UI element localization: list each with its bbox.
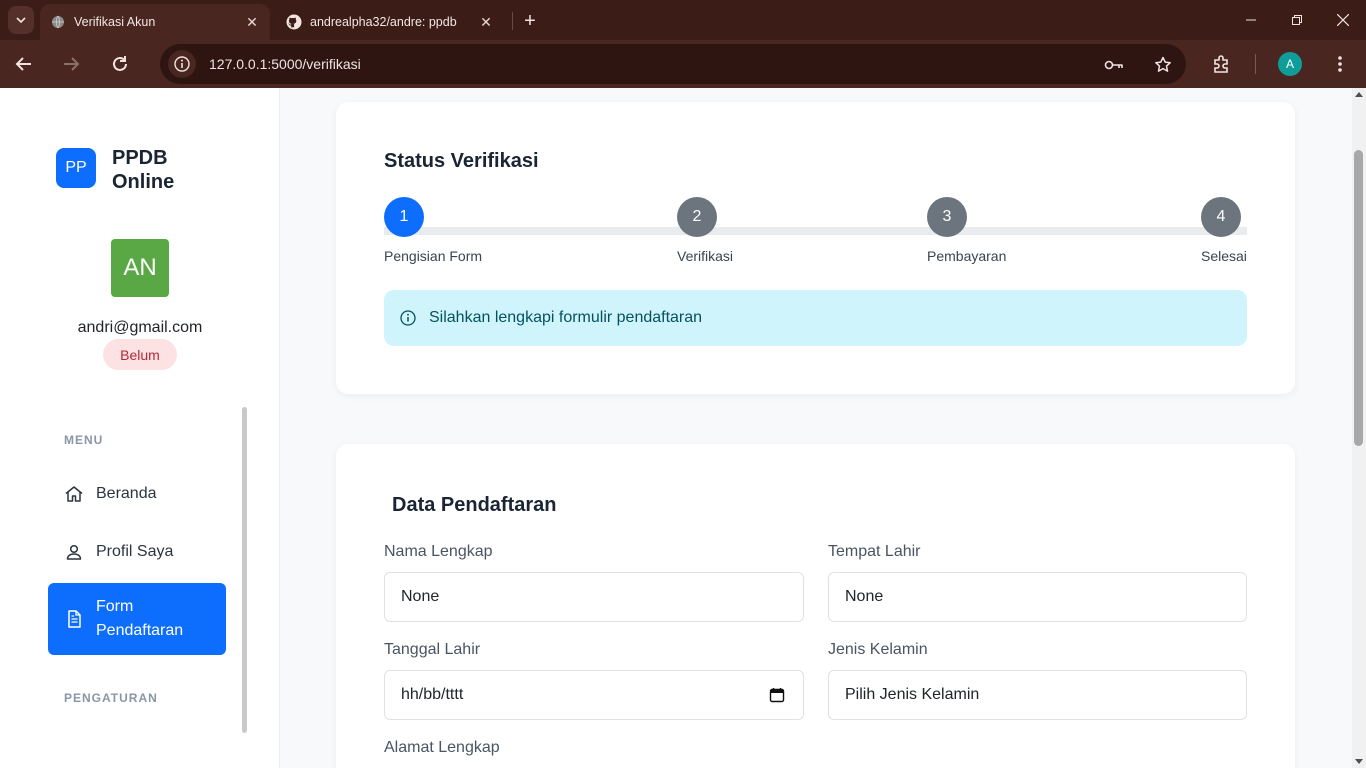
calendar-icon[interactable] bbox=[769, 687, 785, 703]
bookmark-star-icon[interactable] bbox=[1152, 54, 1174, 76]
toolbar-separator bbox=[1255, 54, 1256, 74]
step-1-circle: 1 bbox=[384, 197, 424, 237]
tanggal-lahir-label: Tanggal Lahir bbox=[384, 641, 481, 658]
tempat-lahir-label: Tempat Lahir bbox=[828, 543, 921, 560]
info-circle-icon bbox=[400, 310, 416, 326]
browser-toolbar: 127.0.0.1:5000/verifikasi A bbox=[0, 40, 1366, 88]
card-title: Data Pendaftaran bbox=[392, 494, 557, 516]
tab-verifikasi-akun[interactable]: Verifikasi Akun ✕ bbox=[40, 4, 270, 40]
close-icon[interactable]: ✕ bbox=[476, 12, 496, 32]
sidebar-item-beranda[interactable]: Beranda bbox=[48, 469, 226, 519]
address-bar[interactable]: 127.0.0.1:5000/verifikasi bbox=[160, 44, 1186, 84]
step-1-label: Pengisian Form bbox=[384, 248, 483, 264]
page-scrollbar[interactable] bbox=[1352, 88, 1366, 768]
tanggal-lahir-input[interactable]: hh/bb/tttt bbox=[384, 670, 804, 720]
data-pendaftaran-card: Data Pendaftaran Nama Lengkap None Tempa… bbox=[336, 444, 1295, 768]
info-icon bbox=[174, 56, 190, 72]
sidebar-scrollbar[interactable] bbox=[242, 407, 247, 733]
puzzle-icon bbox=[1214, 55, 1228, 73]
tab-title: Verifikasi Akun bbox=[74, 15, 156, 29]
sidebar-item-label: Form Pendaftaran bbox=[96, 598, 184, 639]
jenis-kelamin-label: Jenis Kelamin bbox=[828, 641, 928, 658]
settings-heading: PENGATURAN bbox=[64, 691, 158, 705]
url-text[interactable]: 127.0.0.1:5000/verifikasi bbox=[209, 56, 361, 72]
back-button[interactable] bbox=[9, 50, 39, 78]
tempat-lahir-input[interactable]: None bbox=[828, 572, 1247, 622]
sidebar: PP PPDB Online AN andri@gmail.com Belum … bbox=[0, 88, 280, 768]
jenis-kelamin-select[interactable]: Pilih Jenis Kelamin bbox=[828, 670, 1247, 720]
alamat-lengkap-label: Alamat Lengkap bbox=[384, 739, 500, 756]
tab-github-repo[interactable]: andrealpha32/andre: ppdb ✕ bbox=[276, 4, 504, 40]
profile-avatar[interactable]: A bbox=[1278, 52, 1302, 76]
tab-search-button[interactable] bbox=[8, 6, 34, 34]
logo-text: PPDB Online bbox=[112, 147, 175, 193]
nama-lengkap-input[interactable]: None bbox=[384, 572, 804, 622]
forward-button[interactable] bbox=[56, 50, 86, 78]
step-4-circle: 4 bbox=[1201, 197, 1241, 237]
reload-button[interactable] bbox=[105, 50, 135, 78]
minimize-icon bbox=[1246, 19, 1256, 21]
user-avatar: AN bbox=[111, 239, 169, 297]
new-tab-button[interactable]: + bbox=[518, 9, 542, 33]
close-icon bbox=[1337, 14, 1349, 26]
step-2-label: Verifikasi bbox=[677, 248, 734, 264]
arrow-left-icon bbox=[15, 57, 31, 71]
sidebar-item-form-pendaftaran[interactable]: Form Pendaftaran bbox=[48, 583, 226, 655]
card-title: Status Verifikasi bbox=[384, 150, 539, 172]
chevron-down-icon bbox=[16, 17, 26, 24]
step-3-label: Pembayaran bbox=[927, 248, 1007, 264]
tab-title: andrealpha32/andre: ppdb bbox=[310, 15, 457, 29]
home-icon bbox=[64, 484, 84, 504]
sidebar-item-label: Beranda bbox=[96, 485, 157, 502]
sidebar-item-profil-saya[interactable]: Profil Saya bbox=[48, 527, 226, 577]
reload-icon bbox=[113, 56, 127, 71]
logo-badge: PP bbox=[56, 148, 96, 188]
restore-button[interactable] bbox=[1274, 0, 1320, 40]
github-icon bbox=[286, 14, 302, 30]
password-key-icon[interactable] bbox=[1103, 54, 1125, 76]
status-verifikasi-card: Status Verifikasi 1 2 3 4 Pengisian Form… bbox=[336, 102, 1295, 394]
scroll-down-arrow-icon[interactable] bbox=[1355, 759, 1363, 764]
info-alert: Silahkan lengkapi formulir pendaftaran bbox=[384, 290, 1247, 346]
browser-tab-bar: Verifikasi Akun ✕ andrealpha32/andre: pp… bbox=[0, 0, 1366, 40]
tab-separator bbox=[512, 12, 513, 30]
tanggal-lahir-value: hh/bb/tttt bbox=[401, 686, 464, 703]
step-2-circle: 2 bbox=[677, 197, 717, 237]
menu-heading: MENU bbox=[64, 433, 104, 447]
progress-track bbox=[384, 227, 1247, 235]
scroll-up-arrow-icon[interactable] bbox=[1355, 92, 1363, 97]
status-badge: Belum bbox=[103, 339, 177, 370]
nama-lengkap-value: None bbox=[401, 588, 440, 605]
more-vertical-icon bbox=[1338, 56, 1342, 72]
document-icon bbox=[64, 609, 84, 629]
tempat-lahir-value: None bbox=[845, 588, 884, 605]
minimize-button[interactable] bbox=[1228, 0, 1274, 40]
extensions-button[interactable] bbox=[1207, 50, 1237, 78]
jenis-kelamin-value: Pilih Jenis Kelamin bbox=[845, 686, 980, 703]
site-info-button[interactable] bbox=[168, 50, 196, 78]
user-icon bbox=[64, 542, 84, 562]
arrow-right-icon bbox=[64, 57, 80, 71]
close-icon[interactable]: ✕ bbox=[242, 12, 262, 32]
step-4-label: Selesai bbox=[1201, 248, 1247, 264]
globe-icon bbox=[50, 14, 66, 30]
step-3-circle: 3 bbox=[927, 197, 967, 237]
alert-text: Silahkan lengkapi formulir pendaftaran bbox=[429, 309, 703, 326]
browser-menu-button[interactable] bbox=[1325, 50, 1355, 78]
page-viewport: PP PPDB Online AN andri@gmail.com Belum … bbox=[0, 88, 1352, 768]
restore-icon bbox=[1292, 15, 1302, 25]
nama-lengkap-label: Nama Lengkap bbox=[384, 543, 493, 560]
scroll-thumb[interactable] bbox=[1354, 150, 1363, 446]
close-window-button[interactable] bbox=[1320, 0, 1366, 40]
user-email: andri@gmail.com bbox=[77, 319, 203, 336]
sidebar-item-label: Profil Saya bbox=[96, 543, 174, 560]
